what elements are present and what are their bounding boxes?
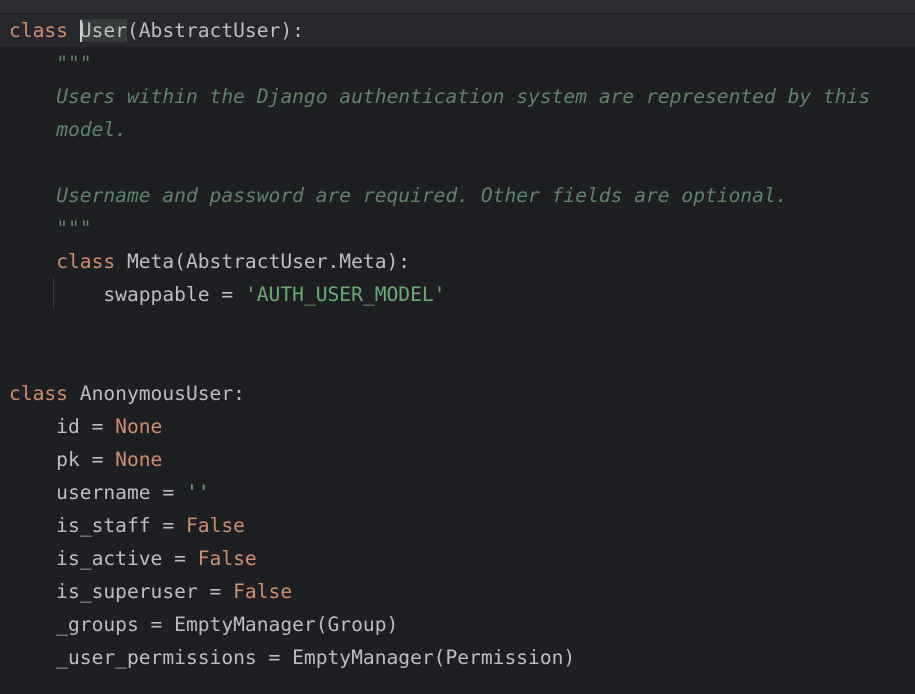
code-token: pk = — [9, 448, 116, 471]
code-token: False — [233, 580, 293, 603]
code-token: False — [197, 547, 257, 570]
code-token: False — [185, 514, 245, 537]
code-token: is_superuser = — [9, 580, 234, 603]
code-token: class — [56, 250, 116, 273]
code-line[interactable]: is_active = False — [0, 542, 915, 575]
code-token: None — [115, 448, 163, 471]
code-line[interactable]: model. — [0, 113, 915, 146]
code-line[interactable]: """ — [0, 47, 915, 80]
code-token: None — [115, 415, 163, 438]
code-token: 'AUTH_USER_MODEL' — [244, 283, 446, 306]
code-line[interactable]: Username and password are required. Othe… — [0, 179, 915, 212]
code-token: is_staff = — [9, 514, 186, 537]
code-token: User — [79, 19, 127, 42]
code-line[interactable]: is_superuser = False — [0, 575, 915, 608]
code-token: class — [9, 19, 68, 42]
code-line[interactable]: is_staff = False — [0, 509, 915, 542]
code-token: """ — [56, 52, 92, 75]
code-token: class — [9, 382, 68, 405]
code-token: id = — [9, 415, 116, 438]
code-line[interactable]: id = None — [0, 410, 915, 443]
code-line[interactable] — [0, 344, 915, 377]
text-caret — [79, 19, 82, 42]
code-token: _groups = EmptyManager(Group) — [9, 613, 399, 636]
code-token: """ — [56, 217, 92, 240]
code-token: _user_permissions = EmptyManager(Permiss… — [9, 646, 576, 669]
code-token: AnonymousUser: — [67, 382, 245, 405]
code-token: username = — [9, 481, 186, 504]
code-token: Meta(AbstractUser.Meta): — [115, 250, 411, 273]
code-area[interactable]: class User(AbstractUser): """ Users with… — [0, 14, 915, 674]
code-line[interactable] — [0, 311, 915, 344]
code-line[interactable]: username = '' — [0, 476, 915, 509]
code-line[interactable]: class User(AbstractUser): — [0, 14, 915, 47]
code-line[interactable] — [0, 146, 915, 179]
code-line[interactable]: _user_permissions = EmptyManager(Permiss… — [0, 641, 915, 674]
code-token: Username and password are required. Othe… — [56, 184, 788, 207]
code-token: (AbstractUser): — [126, 19, 304, 42]
code-line[interactable]: class Meta(AbstractUser.Meta): — [0, 245, 915, 278]
code-editor[interactable]: class User(AbstractUser): """ Users with… — [0, 0, 915, 694]
code-line[interactable]: class AnonymousUser: — [0, 377, 915, 410]
code-line[interactable]: Users within the Django authentication s… — [0, 80, 915, 113]
code-token: Users within the Django authentication s… — [56, 85, 871, 108]
code-line[interactable]: """ — [0, 212, 915, 245]
code-token: swappable = — [9, 283, 245, 306]
code-line[interactable]: swappable = 'AUTH_USER_MODEL' — [0, 278, 915, 311]
code-token: model. — [56, 118, 127, 141]
code-line[interactable]: _groups = EmptyManager(Group) — [0, 608, 915, 641]
editor-top-strip — [0, 0, 915, 13]
code-token: '' — [185, 481, 210, 504]
code-token: is_active = — [9, 547, 198, 570]
code-line[interactable]: pk = None — [0, 443, 915, 476]
